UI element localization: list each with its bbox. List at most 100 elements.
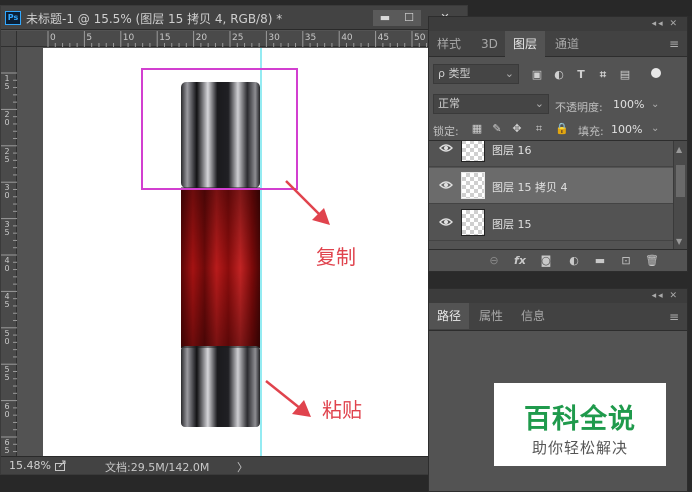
ruler-label: 35 xyxy=(304,33,317,43)
tab-3d[interactable]: 3D xyxy=(473,31,506,57)
tube-top-cap xyxy=(181,82,260,188)
ruler-label: 2 5 xyxy=(4,146,10,164)
fill-input[interactable]: 100% xyxy=(611,123,642,136)
vertical-ruler[interactable]: 1 5 2 0 2 5 3 0 3 5 4 0 4 5 5 0 5 5 6 0 6 5 xyxy=(1,47,17,456)
ruler-label: 3 5 xyxy=(4,219,10,237)
lock-artboard-icon[interactable]: ⌗ xyxy=(533,123,545,135)
filter-toggle-icon[interactable] xyxy=(651,68,661,78)
filter-adjustment-icon[interactable]: ◐ xyxy=(553,69,565,81)
eye-icon[interactable] xyxy=(439,180,453,190)
ruler-label: 25 xyxy=(232,33,244,43)
lock-all-icon[interactable]: 🔒 xyxy=(555,123,569,135)
filter-pixel-icon[interactable]: ▣ xyxy=(531,69,543,81)
paths-panel-tabs: 路径 属性 信息 ≡ xyxy=(429,303,687,331)
ruler-label: 0 xyxy=(50,33,56,43)
tube-bottom-cap xyxy=(181,346,260,427)
filter-shape-icon[interactable]: ⌗ xyxy=(597,69,609,81)
tab-styles[interactable]: 样式 xyxy=(429,31,469,57)
tab-paths[interactable]: 路径 xyxy=(429,303,470,329)
chevron-down-icon[interactable]: ⌄ xyxy=(651,99,659,110)
fill-label: 填充: xyxy=(578,125,604,138)
layer-thumbnail xyxy=(461,172,485,199)
maximize-button[interactable]: ☐ xyxy=(397,10,421,26)
layer-name: 图层 15 xyxy=(492,218,532,231)
ruler-label: 4 5 xyxy=(4,292,10,310)
ruler-label: 5 0 xyxy=(4,328,10,346)
collapse-panel-icon[interactable]: ◂◂ ✕ xyxy=(429,17,687,31)
eye-icon[interactable] xyxy=(439,143,453,153)
layers-scrollbar[interactable]: ▲ ▼ xyxy=(673,141,687,249)
link-icon[interactable]: ⊖ xyxy=(487,254,501,268)
layer-filter-row: ρ 类型 ⌄ ▣ ◐ T ⌗ ▤ xyxy=(429,61,687,87)
blend-mode-value: 正常 xyxy=(438,97,460,110)
document-window: Ps 未标题-1 @ 15.5% (图层 15 拷贝 4, RGB/8) * ▬… xyxy=(0,5,468,475)
lock-transparent-icon[interactable]: ▦ xyxy=(471,123,483,135)
lock-brush-icon[interactable]: ✎ xyxy=(491,123,503,135)
layer-row[interactable]: 图层 15 xyxy=(429,205,673,241)
filter-type-icon[interactable]: T xyxy=(575,69,587,81)
ruler-label: 30 xyxy=(268,33,280,43)
ruler-label: 5 5 xyxy=(4,365,10,383)
document-title: 未标题-1 @ 15.5% (图层 15 拷贝 4, RGB/8) * xyxy=(26,12,283,26)
document-titlebar[interactable]: Ps 未标题-1 @ 15.5% (图层 15 拷贝 4, RGB/8) * ▬… xyxy=(1,6,467,30)
minimize-button[interactable]: ▬ xyxy=(373,10,397,26)
layer-filter-label: ρ 类型 xyxy=(438,67,471,80)
ruler-label: 10 xyxy=(122,33,135,43)
lock-label: 锁定: xyxy=(433,125,459,138)
ruler-label: 20 xyxy=(195,33,208,43)
collapse-panel-icon[interactable]: ◂◂ ✕ xyxy=(429,289,687,303)
horizontal-ruler[interactable]: 0 5 10 15 20 25 30 35 40 45 50 xyxy=(17,31,467,47)
ruler-label: 45 xyxy=(377,33,390,43)
fx-icon[interactable]: fx xyxy=(513,254,527,268)
layer-name: 图层 15 拷贝 4 xyxy=(492,181,568,194)
layer-name: 图层 16 xyxy=(492,144,532,157)
eye-icon[interactable] xyxy=(439,217,453,227)
document-size: 文档:29.5M/142.0M xyxy=(105,461,210,474)
chevron-down-icon[interactable]: ⌄ xyxy=(651,123,659,134)
panel-menu-icon[interactable]: ≡ xyxy=(669,310,679,324)
status-menu-arrow-icon[interactable]: 〉 xyxy=(237,459,248,475)
tube-object xyxy=(181,82,260,427)
canvas-area[interactable] xyxy=(18,48,467,456)
layer-thumbnail xyxy=(461,209,485,236)
lock-move-icon[interactable]: ✥ xyxy=(511,123,523,135)
layers-list: 图层 16 图层 15 拷贝 4 图层 15 xyxy=(429,141,673,249)
layer-thumbnail xyxy=(461,141,485,162)
ruler-label: 4 0 xyxy=(4,256,10,273)
scroll-up-icon[interactable]: ▲ xyxy=(676,145,682,154)
mask-icon[interactable]: ◙ xyxy=(539,254,553,268)
tab-channels[interactable]: 通道 xyxy=(547,31,587,57)
ruler-label: 2 0 xyxy=(4,110,10,128)
adjustment-icon[interactable]: ◐ xyxy=(567,254,581,268)
layers-panel: ◂◂ ✕ 样式 3D 图层 通道 ≡ ρ 类型 ⌄ ▣ ◐ T ⌗ ▤ 正常 ⌄… xyxy=(428,16,688,272)
chevron-down-icon: ⌄ xyxy=(504,67,514,80)
panel-menu-icon[interactable]: ≡ xyxy=(669,37,679,51)
filter-smart-object-icon[interactable]: ▤ xyxy=(619,69,631,81)
opacity-label: 不透明度: xyxy=(555,101,603,114)
vertical-ruler-ticks xyxy=(1,72,17,453)
zoom-level[interactable]: 15.48% xyxy=(9,459,51,472)
layer-filter-select[interactable]: ρ 类型 ⌄ xyxy=(433,64,519,84)
ruler-label: 15 xyxy=(159,33,171,43)
tab-layers[interactable]: 图层 xyxy=(505,31,546,57)
ruler-label: 6 5 xyxy=(4,438,10,455)
copy-arrow-icon xyxy=(285,180,330,225)
paste-arrow-icon xyxy=(265,380,311,417)
trash-icon[interactable]: 🗑 xyxy=(645,254,659,268)
ruler-origin[interactable] xyxy=(1,31,17,47)
status-bar: 15.48% 文档:29.5M/142.0M 〉 xyxy=(1,456,467,474)
scrollbar-thumb[interactable] xyxy=(676,165,685,197)
tab-properties[interactable]: 属性 xyxy=(471,303,511,329)
share-icon[interactable] xyxy=(55,460,67,471)
blend-mode-select[interactable]: 正常 ⌄ xyxy=(433,94,549,114)
new-layer-icon[interactable]: ⊡ xyxy=(619,254,633,268)
photoshop-logo-icon: Ps xyxy=(5,11,21,25)
ruler-label: 6 0 xyxy=(4,401,10,419)
canvas-artwork xyxy=(141,48,330,456)
layer-row-selected[interactable]: 图层 15 拷贝 4 xyxy=(429,168,673,204)
folder-icon[interactable]: ▬ xyxy=(593,254,607,268)
scroll-down-icon[interactable]: ▼ xyxy=(676,237,682,246)
layer-row[interactable]: 图层 16 xyxy=(429,141,673,167)
tab-info[interactable]: 信息 xyxy=(513,303,553,329)
ruler-label: 5 xyxy=(86,33,93,43)
